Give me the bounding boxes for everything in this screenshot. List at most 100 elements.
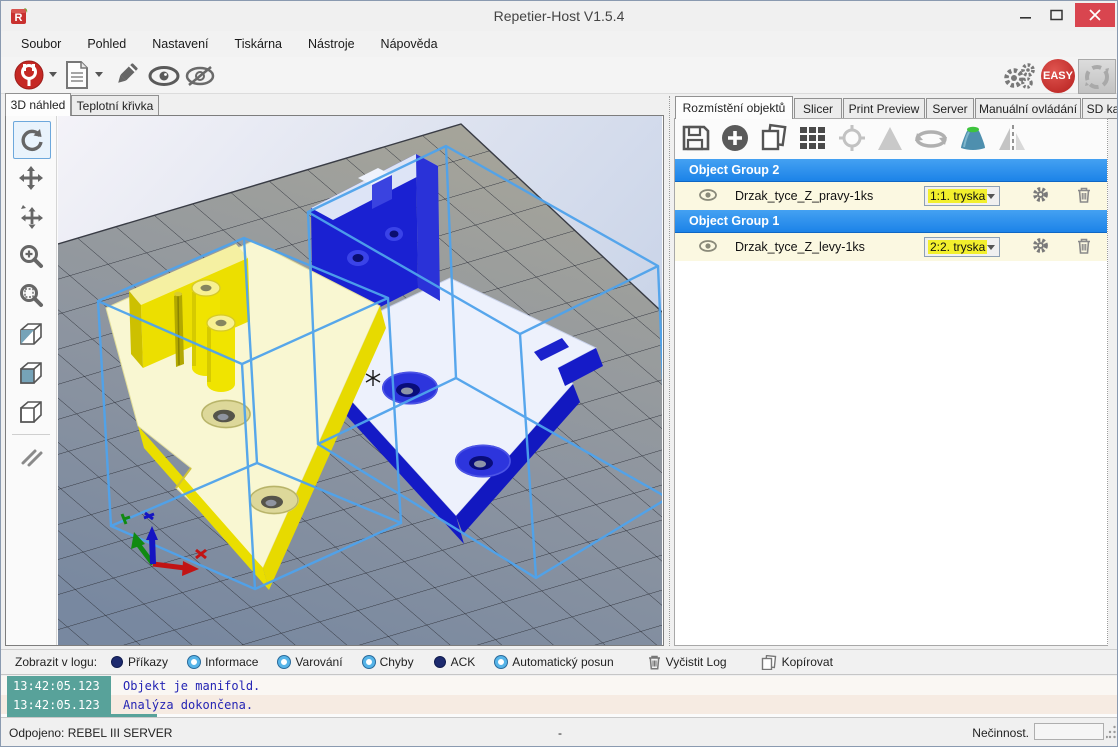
menu-soubor[interactable]: Soubor: [21, 37, 61, 51]
toggle-autoscroll[interactable]: Automatický posun: [495, 655, 613, 669]
menu-nastaveni[interactable]: Nastavení: [152, 37, 208, 51]
scale-object-button[interactable]: [876, 123, 904, 156]
object-name: Drzak_tyce_Z_levy-1ks: [735, 240, 924, 254]
move-view-button[interactable]: [13, 160, 49, 196]
main-toolbar: EASY: [1, 57, 1117, 94]
mirror-object-button[interactable]: [997, 123, 1029, 156]
front-view-button[interactable]: [13, 355, 49, 391]
log-toolbar: Zobrazit v logu: Příkazy Informace Varov…: [1, 649, 1117, 675]
menu-bar: Soubor Pohled Nastavení Tiskárna Nástroj…: [1, 31, 1117, 57]
extruder-select[interactable]: 2:2. tryska: [924, 237, 1000, 257]
isometric-view-button[interactable]: [13, 316, 49, 352]
delete-object-button[interactable]: [1077, 238, 1091, 257]
radio-icon: [434, 656, 446, 668]
object-name: Drzak_tyce_Z_pravy-1ks: [735, 189, 924, 203]
radio-icon: [111, 656, 123, 668]
progress-bar: [1034, 723, 1104, 740]
zoom-fit-button[interactable]: [13, 277, 49, 313]
extruder-select[interactable]: 1:1. tryska: [924, 186, 1000, 206]
log-timestamp: 13:42:05.123: [7, 676, 111, 695]
show-filament-button[interactable]: [147, 65, 181, 90]
group-header[interactable]: Object Group 2: [675, 159, 1107, 182]
title-bar: R Repetier-Host V1.5.4: [1, 1, 1117, 31]
copy-log-button[interactable]: Kopírovat: [761, 655, 833, 670]
tab-manual-control[interactable]: Manuální ovládání: [975, 98, 1081, 119]
printer-settings-button[interactable]: [1001, 61, 1039, 94]
easy-mode-label: EASY: [1043, 70, 1073, 82]
radio-icon: [495, 656, 507, 668]
toggle-commands[interactable]: Příkazy: [111, 655, 168, 669]
log-filter-label: Zobrazit v logu:: [15, 655, 97, 669]
chevron-down-icon: [987, 245, 995, 250]
log-message: Objekt je manifold.: [111, 679, 260, 693]
load-dropdown-arrow-icon[interactable]: [95, 72, 103, 77]
group-header[interactable]: Object Group 1: [675, 210, 1107, 233]
menu-nastroje[interactable]: Nástroje: [308, 37, 355, 51]
tab-temperature-curve[interactable]: Teplotní křivka: [71, 95, 159, 116]
add-object-button[interactable]: [720, 123, 750, 156]
log-timestamp: 13:42:05.123: [7, 695, 111, 714]
emergency-stop-button[interactable]: [1078, 59, 1116, 94]
log-row: 13:42:05.123 Objekt je manifold.: [1, 676, 1117, 695]
status-bar: Odpojeno: REBEL III SERVER - Nečinnost.: [1, 717, 1117, 747]
delete-object-button[interactable]: [1077, 187, 1091, 206]
object-settings-button[interactable]: [1032, 237, 1049, 257]
view-toolbar: [6, 116, 57, 645]
menu-pohled[interactable]: Pohled: [87, 37, 126, 51]
log-list[interactable]: 13:42:05.123 Objekt je manifold. 13:42:0…: [1, 676, 1117, 717]
3d-scene: [58, 116, 662, 645]
object-settings-button[interactable]: [1032, 186, 1049, 206]
tab-slicer[interactable]: Slicer: [794, 98, 842, 119]
toggle-warnings[interactable]: Varování: [278, 655, 342, 669]
printer-state: Nečinnost.: [871, 726, 1029, 740]
tab-print-preview[interactable]: Print Preview: [843, 98, 925, 119]
save-object-button[interactable]: [681, 123, 711, 156]
zoom-in-button[interactable]: [13, 238, 49, 274]
move-object-button[interactable]: [13, 199, 49, 235]
object-toolbar: [675, 119, 1107, 159]
visibility-eye-icon[interactable]: [699, 189, 717, 204]
tab-3d-view[interactable]: 3D náhled: [5, 93, 71, 116]
object-row[interactable]: Drzak_tyce_Z_pravy-1ks 1:1. tryska: [675, 182, 1107, 210]
center-object-button[interactable]: [837, 123, 867, 156]
app-window: R Repetier-Host V1.5.4 Soubor Pohled Nas…: [0, 0, 1118, 747]
log-message: Analýza dokončena.: [111, 698, 253, 712]
tab-object-placement[interactable]: Rozmístění objektů: [675, 96, 793, 119]
connect-dropdown-arrow-icon[interactable]: [49, 72, 57, 77]
radio-icon: [278, 656, 290, 668]
toggle-errors[interactable]: Chyby: [363, 655, 414, 669]
object-row[interactable]: Drzak_tyce_Z_levy-1ks 2:2. tryska: [675, 233, 1107, 261]
radio-icon: [363, 656, 375, 668]
trash-icon: [648, 655, 661, 670]
top-view-button[interactable]: [13, 394, 49, 430]
window-title: Repetier-Host V1.5.4: [1, 8, 1117, 24]
rotate-view-button[interactable]: [13, 121, 51, 159]
connect-button[interactable]: [13, 59, 47, 94]
tab-server[interactable]: Server: [926, 98, 974, 119]
menu-tiskarna[interactable]: Tiskárna: [235, 37, 282, 51]
copy-object-button[interactable]: [759, 123, 789, 156]
autoposition-button[interactable]: [798, 123, 828, 156]
3d-canvas[interactable]: [58, 116, 662, 645]
easy-mode-button[interactable]: EASY: [1041, 59, 1075, 93]
log-row: 13:42:05.123 Analýza dokončena.: [1, 695, 1117, 714]
drop-object-button[interactable]: [958, 123, 988, 156]
clear-log-button[interactable]: Vyčistit Log: [648, 655, 727, 670]
resize-grip[interactable]: [1106, 724, 1117, 745]
visibility-eye-icon[interactable]: [699, 240, 717, 255]
maximize-button[interactable]: [1043, 5, 1069, 25]
toggle-ack[interactable]: ACK: [434, 655, 476, 669]
edit-button[interactable]: [111, 61, 141, 92]
menu-napoveda[interactable]: Nápověda: [381, 37, 438, 51]
toolbar-separator: [12, 434, 50, 435]
parallel-projection-button[interactable]: [13, 439, 49, 475]
chevron-down-icon: [987, 194, 995, 199]
minimize-button[interactable]: [1013, 5, 1039, 25]
close-button[interactable]: [1075, 3, 1115, 27]
copy-icon: [761, 655, 777, 670]
tab-sd-card[interactable]: SD karta: [1082, 98, 1118, 119]
rotate-object-button[interactable]: [913, 123, 949, 156]
load-button[interactable]: [63, 60, 91, 93]
hide-travel-button[interactable]: [183, 65, 217, 90]
toggle-info[interactable]: Informace: [188, 655, 258, 669]
